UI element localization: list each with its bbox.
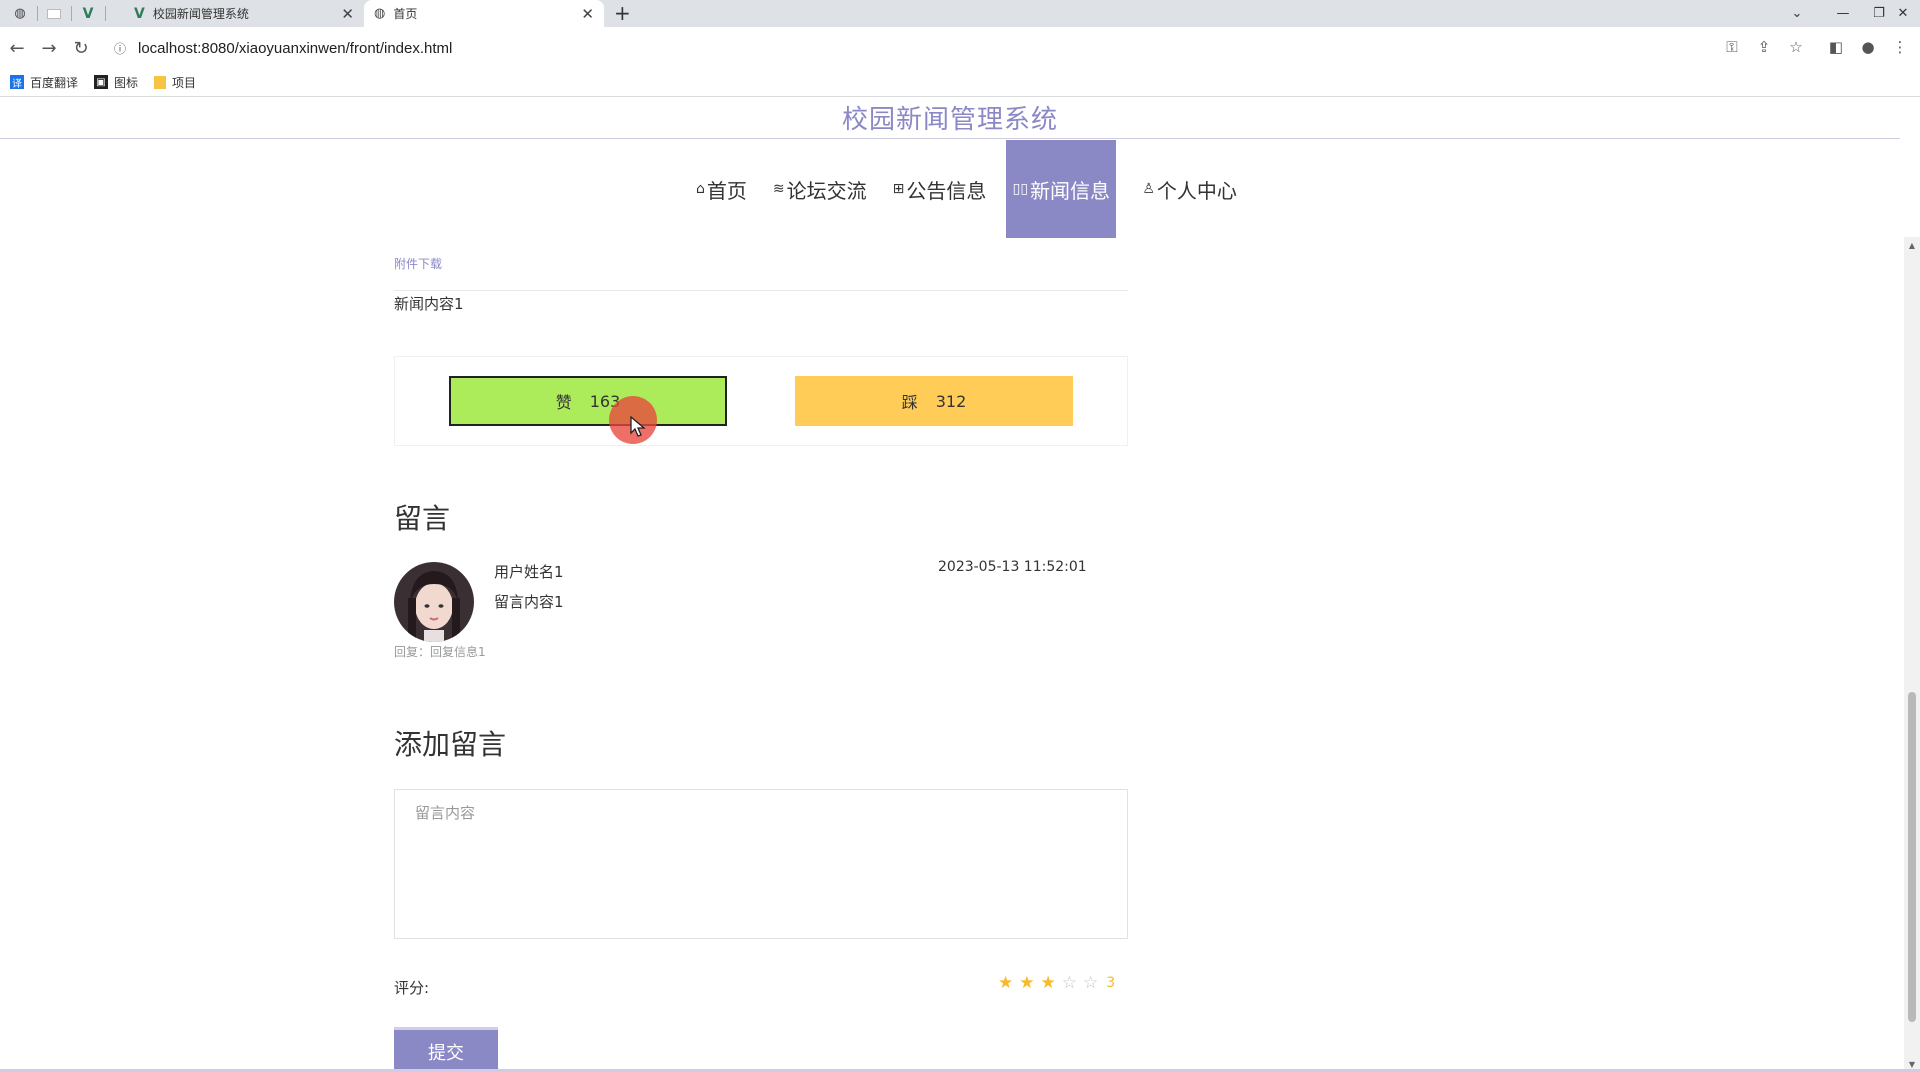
user-icon: ♙ [1142,181,1155,197]
pinned-tab-globe[interactable]: ◍ [2,0,38,27]
back-button[interactable]: ← [4,35,30,61]
star-outline-icon[interactable]: ☆ [1062,973,1077,993]
bookmark-icons[interactable]: ▣ 图标 [94,74,138,91]
nav-item-forum[interactable]: ≋ 论坛交流 [767,140,873,238]
scroll-up-icon[interactable]: ▲ [1904,237,1920,253]
rating-label: 评分: [394,979,430,997]
close-icon[interactable]: ✕ [581,5,594,23]
bookmark-label: 百度翻译 [30,75,79,90]
star-icon[interactable]: ☆ [1784,35,1808,59]
bookmark-label: 项目 [172,75,197,90]
bookmarks-bar: 译 百度翻译 ▣ 图标 项目 [0,68,1920,97]
vote-panel: 赞 163 踩 312 [394,356,1128,446]
tab-home[interactable]: ◍ 首页 ✕ [364,0,604,27]
nav-item-profile[interactable]: ♙ 个人中心 [1136,140,1243,238]
gift-icon: ⊞ [892,181,905,197]
tab-admin-system[interactable]: V 校园新闻管理系统 ✕ [124,0,364,27]
comments-heading: 留言 [394,502,451,535]
rating-value: 3 [1106,975,1116,991]
star-icon[interactable]: ★ [1041,973,1056,993]
comment-reply: 回复：回复信息1 [394,645,486,659]
scroll-thumb[interactable] [1908,692,1916,1022]
translate-icon: 译 [10,75,24,90]
content-divider [394,290,1128,291]
browser-tabstrip: ◍ V V 校园新闻管理系统 ✕ ◍ 首页 ✕ + ⌄ — ❐ ✕ [0,0,1920,27]
avatar [394,562,474,642]
star-icon[interactable]: ★ [1019,973,1034,993]
nav-label: 个人中心 [1156,178,1237,203]
bookmark-baidu-translate[interactable]: 译 百度翻译 [10,74,78,91]
nav-label: 论坛交流 [786,178,867,203]
close-window-button[interactable]: ✕ [1880,0,1920,27]
submit-button[interactable]: 提交 [394,1027,498,1072]
vue-icon: V [134,5,145,22]
globe-icon: ◍ [14,6,26,21]
news-icon: ▯▯ [1012,181,1029,197]
globe-icon: ◍ [374,6,386,21]
main-nav: ⌂ 首页 ≋ 论坛交流 ⊞ 公告信息 ▯▯ 新闻信息 ♙ 个人中心 [690,140,1257,238]
bookmark-project[interactable]: 项目 [154,74,196,91]
side-panel-icon[interactable]: ◧ [1824,35,1848,59]
rating-stars: ★ ★ ★ ☆ ☆ 3 [998,973,1115,993]
tab-title: 首页 [393,7,418,21]
nav-label: 新闻信息 [1030,178,1111,203]
like-label: 赞 [555,393,572,412]
vue-icon: V [82,5,94,22]
close-icon[interactable]: ✕ [341,5,354,23]
reload-button[interactable]: ↻ [68,35,94,61]
page-scrollbar[interactable]: ▲ ▼ [1904,237,1920,1072]
bookmark-label: 图标 [114,75,139,90]
star-outline-icon[interactable]: ☆ [1083,973,1098,993]
mouse-cursor-icon [630,416,646,437]
browser-toolbar: ← → ↻ ⓘ ⚿ ⇪ ☆ ◧ ● ⋮ [0,27,1920,68]
like-button[interactable]: 赞 163 [449,376,727,426]
nav-label: 公告信息 [906,178,987,203]
layers-icon: ≋ [772,181,785,197]
title-divider [0,138,1900,139]
new-tab-button[interactable]: + [614,1,631,25]
dislike-button[interactable]: 踩 312 [795,376,1073,426]
star-icon[interactable]: ★ [998,973,1013,993]
add-comment-heading: 添加留言 [394,728,507,761]
forward-button[interactable]: → [36,35,62,61]
share-icon[interactable]: ⇪ [1752,35,1776,59]
pinned-tab-vue[interactable]: V [70,0,106,27]
pinned-tab-blank[interactable] [36,0,72,27]
comment-input[interactable] [394,789,1128,939]
site-title: 校园新闻管理系统 [841,105,1058,135]
home-icon: ⌂ [696,181,705,197]
nav-item-notice[interactable]: ⊞ 公告信息 [887,140,993,238]
news-content: 新闻内容1 [394,295,464,313]
page-viewport: 校园新闻管理系统 ⌂ 首页 ≋ 论坛交流 ⊞ 公告信息 ▯▯ 新闻信息 ♙ 个人中心 附件… [0,97,1920,1072]
url-input[interactable] [138,39,1638,57]
tab-search-icon[interactable]: ⌄ [1774,0,1820,27]
key-icon[interactable]: ⚿ [1720,35,1744,59]
attachment-download-link[interactable]: 附件下载 [394,255,442,272]
info-icon[interactable]: ⓘ [108,40,132,56]
dislike-label: 踩 [901,393,918,412]
comment-text: 留言内容1 [494,593,564,611]
image-icon: ▣ [94,75,109,89]
menu-icon[interactable]: ⋮ [1888,35,1912,59]
address-bar[interactable]: ⓘ [108,30,1794,66]
profile-icon[interactable]: ● [1856,35,1880,59]
nav-item-home[interactable]: ⌂ 首页 [690,140,753,238]
folder-icon [154,75,167,89]
dislike-count: 312 [935,391,967,411]
nav-item-news[interactable]: ▯▯ 新闻信息 [1006,140,1117,238]
nav-label: 首页 [706,178,747,203]
comment-timestamp: 2023-05-13 11:52:01 [938,559,1087,575]
blank-page-icon [47,8,61,19]
comment-username: 用户姓名1 [494,563,564,581]
tab-title: 校园新闻管理系统 [152,7,249,21]
